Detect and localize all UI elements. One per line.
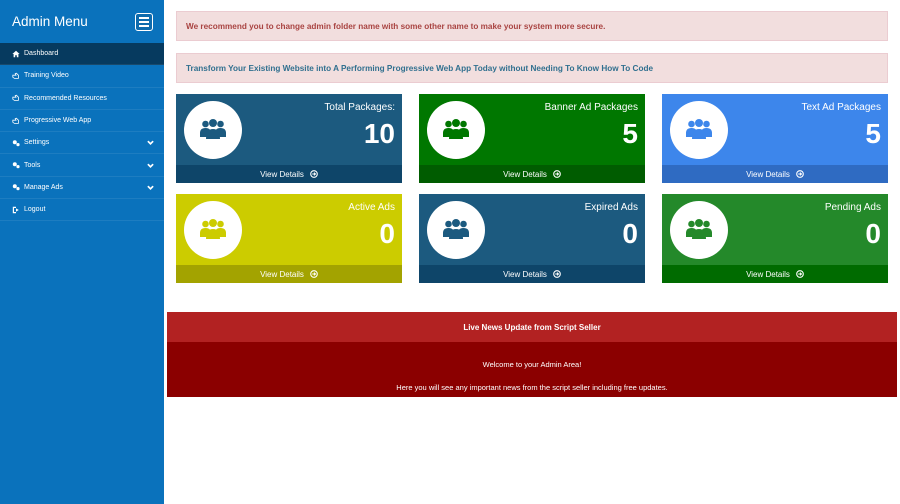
view-details-link[interactable]: View Details [662,265,888,283]
view-details-label: View Details [260,269,304,279]
sidebar-item-label: Progressive Web App [24,117,92,125]
sidebar-item-settings[interactable]: Settings [0,132,164,155]
sidebar-item-progressive-web-app[interactable]: Progressive Web App [0,110,164,133]
chevron-down-icon [147,162,154,169]
card-pending-ads: Pending Ads 0 View Details [662,194,888,283]
card-banner-ad-packages: Banner Ad Packages 5 View Details [419,94,645,183]
sidebar-item-manage-ads[interactable]: Manage Ads [0,177,164,200]
users-icon [184,201,242,259]
sidebar-item-label: Settings [24,139,50,147]
arrow-circle-right-icon [310,170,318,178]
sidebar-item-label: Training Video [24,72,69,80]
card-value: 0 [865,218,881,249]
card-value: 0 [379,218,395,249]
card-title: Pending Ads [824,202,881,213]
gears-icon [11,182,21,192]
home-icon [11,49,21,59]
sidebar-item-label: Tools [24,161,41,169]
arrow-circle-right-icon [553,170,561,178]
sidebar-item-dashboard[interactable]: Dashboard [0,43,164,66]
arrow-circle-right-icon [553,270,561,278]
hand-point-icon [11,71,21,81]
gears-icon [11,160,21,170]
hand-point-icon [11,116,21,126]
users-icon [670,201,728,259]
sidebar-item-logout[interactable]: Logout [0,199,164,222]
arrow-circle-right-icon [796,270,804,278]
sidebar-item-tools[interactable]: Tools [0,154,164,177]
arrow-circle-right-icon [796,170,804,178]
card-active-ads: Active Ads 0 View Details [176,194,402,283]
sidebar-item-label: Manage Ads [24,183,63,191]
view-details-label: View Details [503,169,547,179]
sidebar-item-training-video[interactable]: Training Video [0,65,164,88]
card-value: 5 [865,118,881,149]
view-details-label: View Details [746,269,790,279]
chevron-down-icon [147,139,154,146]
news-info-text: Here you will see any important news fro… [396,383,668,392]
menu-toggle-button[interactable] [135,12,153,31]
hand-point-icon [11,93,21,103]
card-expired-ads: Expired Ads 0 View Details [419,194,645,283]
sign-out-icon [11,205,21,215]
users-icon [427,201,485,259]
view-details-link[interactable]: View Details [419,265,645,283]
news-welcome-text: Welcome to your Admin Area! [482,360,582,369]
sidebar-item-label: Recommended Resources [24,94,107,102]
sidebar-title: Admin Menu [12,14,88,29]
sidebar-header: Admin Menu [0,0,164,43]
view-details-label: View Details [503,269,547,279]
view-details-label: View Details [260,169,304,179]
users-icon [427,101,485,159]
sidebar: Admin Menu Dashboard Training Video Reco… [0,0,164,504]
hamburger-icon [139,16,149,19]
sidebar-item-recommended-resources[interactable]: Recommended Resources [0,88,164,110]
card-value: 5 [622,118,638,149]
card-text-ad-packages: Text Ad Packages 5 View Details [662,94,888,183]
card-title: Text Ad Packages [801,102,882,113]
card-total-packages: Total Packages: 10 View Details [176,94,402,183]
news-panel: Live News Update from Script Seller Welc… [167,312,897,397]
security-alert: We recommend you to change admin folder … [176,11,888,41]
pwa-alert-link[interactable]: Transform Your Existing Website into A P… [176,53,888,83]
view-details-link[interactable]: View Details [176,165,402,183]
card-value: 0 [622,218,638,249]
card-title: Banner Ad Packages [544,102,638,113]
view-details-link[interactable]: View Details [662,165,888,183]
card-title: Expired Ads [584,202,638,213]
view-details-link[interactable]: View Details [176,265,402,283]
card-title: Active Ads [348,202,395,213]
gears-icon [11,138,21,148]
view-details-link[interactable]: View Details [419,165,645,183]
sidebar-item-label: Dashboard [24,50,59,58]
arrow-circle-right-icon [310,270,318,278]
card-value: 10 [363,118,395,149]
users-icon [670,101,728,159]
chevron-down-icon [147,184,154,191]
news-header: Live News Update from Script Seller [167,312,897,342]
users-icon [184,101,242,159]
sidebar-item-label: Logout [24,206,46,214]
news-body: Welcome to your Admin Area! Here you wil… [167,342,897,397]
sidebar-nav: Dashboard Training Video Recommended Res… [0,43,164,222]
card-title: Total Packages: [324,102,395,113]
view-details-label: View Details [746,169,790,179]
